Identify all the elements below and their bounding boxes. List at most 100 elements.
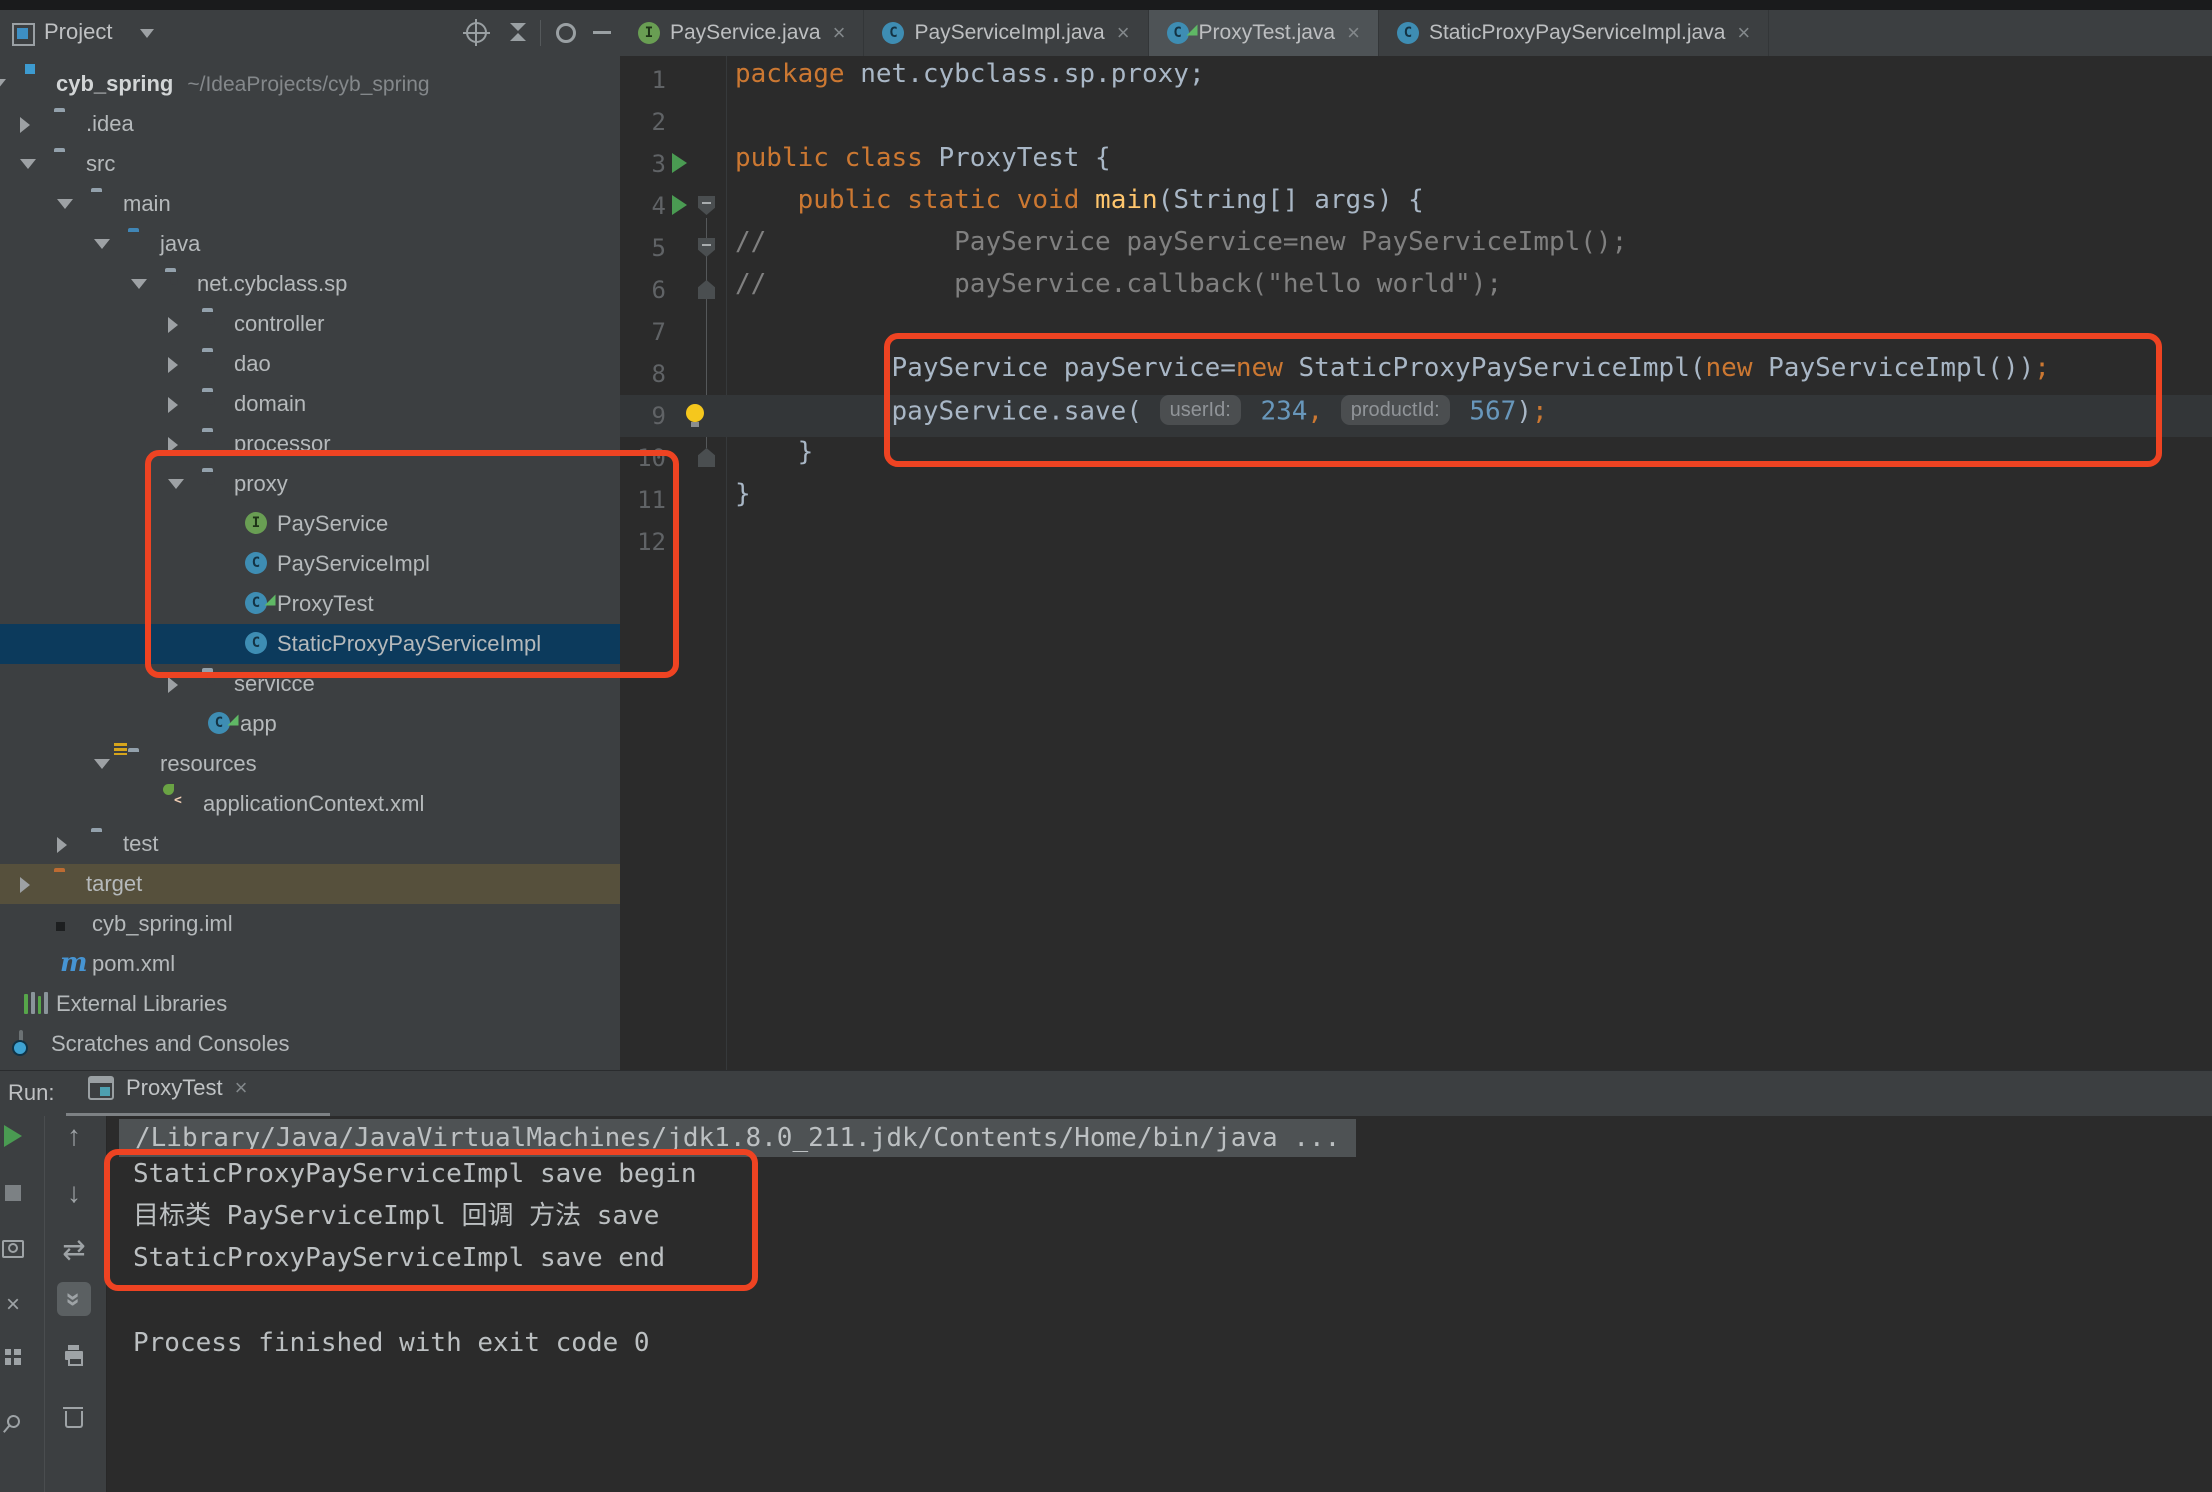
chevron-collapsed-icon[interactable] xyxy=(168,357,178,373)
chevron-collapsed-icon[interactable] xyxy=(168,397,178,413)
tree-item-payserviceimpl[interactable]: CPayServiceImpl xyxy=(0,544,620,584)
up-arrow-icon[interactable]: ↑ xyxy=(57,1119,91,1153)
project-panel-title[interactable]: Project xyxy=(44,19,112,45)
code-line-4[interactable]: public static void main(String[] args) { xyxy=(735,185,1424,227)
tree-item-cyb-spring-iml[interactable]: cyb_spring.iml xyxy=(0,904,620,944)
code-line-10[interactable]: } xyxy=(735,437,813,479)
code-line-3[interactable]: public class ProxyTest { xyxy=(735,143,1111,185)
editor-tab-payserviceimpl-java[interactable]: CPayServiceImpl.java× xyxy=(864,10,1148,56)
code-line-9[interactable]: payService.save( userId: 234, productId:… xyxy=(735,395,1548,437)
chevron-expanded-icon[interactable] xyxy=(57,199,73,209)
fold-marker-icon[interactable] xyxy=(698,238,715,257)
tree-item-payservice[interactable]: IPayService xyxy=(0,504,620,544)
run-label: Run: xyxy=(8,1080,54,1106)
tree-icon-slot: C xyxy=(245,552,269,576)
tree-item-external-libraries[interactable]: External Libraries xyxy=(0,984,620,1024)
tab-close-icon[interactable]: × xyxy=(1737,20,1750,46)
tree-item-domain[interactable]: domain xyxy=(0,384,620,424)
chevron-collapsed-icon[interactable] xyxy=(168,677,178,693)
chevron-collapsed-icon[interactable] xyxy=(168,437,178,453)
scroll-to-end-icon[interactable]: » xyxy=(57,1282,91,1316)
tree-item-proxy[interactable]: proxy xyxy=(0,464,620,504)
code-token: PayServiceImpl()) xyxy=(1752,353,2034,383)
tree-item-src[interactable]: src xyxy=(0,144,620,184)
console-output-line[interactable]: 目标类 PayServiceImpl 回调 方法 save xyxy=(133,1195,659,1237)
pin-icon[interactable] xyxy=(0,1404,30,1438)
tree-item-scratches-and-consoles[interactable]: Scratches and Consoles xyxy=(0,1024,620,1064)
code-line-1[interactable]: package net.cybclass.sp.proxy; xyxy=(735,59,1205,101)
tree-item-main[interactable]: main xyxy=(0,184,620,224)
console-output-line[interactable]: StaticProxyPayServiceImpl save end xyxy=(133,1237,665,1279)
chevron-expanded-icon[interactable] xyxy=(0,79,6,89)
layout-grid-icon[interactable] xyxy=(0,1340,30,1374)
tree-item-proxytest[interactable]: CProxyTest xyxy=(0,584,620,624)
editor-tab-staticproxypayserviceimpl-java[interactable]: CStaticProxyPayServiceImpl.java× xyxy=(1379,10,1769,56)
chevron-expanded-icon[interactable] xyxy=(131,279,147,289)
locate-target-icon[interactable] xyxy=(462,21,490,45)
chevron-collapsed-icon[interactable] xyxy=(20,117,30,133)
settings-gear-icon[interactable] xyxy=(552,21,580,45)
intention-bulb-icon[interactable] xyxy=(686,404,704,422)
stop-icon[interactable] xyxy=(0,1176,30,1210)
tree-item-resources[interactable]: resources xyxy=(0,744,620,784)
line-number: 1 xyxy=(620,59,666,101)
swap-arrows-icon[interactable]: ⇄ xyxy=(57,1232,91,1266)
chevron-collapsed-icon[interactable] xyxy=(20,877,30,893)
tree-item-pom-xml[interactable]: mpom.xml xyxy=(0,944,620,984)
code-token: // PayService payService=new PayServiceI… xyxy=(735,227,1627,257)
tab-close-icon[interactable]: × xyxy=(1347,20,1360,46)
code-line-5[interactable]: // PayService payService=new PayServiceI… xyxy=(735,227,1627,269)
tree-item-label: java xyxy=(160,231,200,257)
tree-item-dao[interactable]: dao xyxy=(0,344,620,384)
tab-close-icon[interactable]: × xyxy=(833,20,846,46)
fold-marker-icon[interactable] xyxy=(698,280,715,299)
run-console[interactable]: × ↑ ↓ ⇄ » /Library/Java/JavaVirtualMachines/j… xyxy=(0,1116,2212,1492)
code-line-8[interactable]: PayService payService=new StaticProxyPay… xyxy=(735,353,2050,395)
chevron-expanded-icon[interactable] xyxy=(94,759,110,769)
down-arrow-icon[interactable]: ↓ xyxy=(57,1176,91,1210)
tree-item-applicationcontext-xml[interactable]: applicationContext.xml xyxy=(0,784,620,824)
tree-item-staticproxypayserviceimpl[interactable]: CStaticProxyPayServiceImpl xyxy=(0,624,620,664)
hide-panel-icon[interactable] xyxy=(588,21,616,45)
tree-item-java[interactable]: java xyxy=(0,224,620,264)
console-command-line[interactable]: /Library/Java/JavaVirtualMachines/jdk1.8… xyxy=(119,1119,1356,1157)
tree-item--idea[interactable]: .idea xyxy=(0,104,620,144)
chevron-expanded-icon[interactable] xyxy=(94,239,110,249)
project-dropdown-caret[interactable] xyxy=(140,29,154,38)
chevron-expanded-icon[interactable] xyxy=(168,479,184,489)
tree-item-target[interactable]: target xyxy=(0,864,620,904)
code-token: 567 xyxy=(1454,397,1517,427)
trash-icon[interactable] xyxy=(57,1402,91,1436)
close-x-icon[interactable]: × xyxy=(0,1288,30,1322)
fold-marker-icon[interactable] xyxy=(698,196,715,215)
run-tab-proxytest[interactable]: ProxyTest × xyxy=(88,1075,247,1101)
tree-item-controller[interactable]: controller xyxy=(0,304,620,344)
tree-item-cyb-spring[interactable]: cyb_spring~/IdeaProjects/cyb_spring xyxy=(0,64,620,104)
tree-icon-slot: C xyxy=(245,632,269,656)
tree-item-processor[interactable]: processor xyxy=(0,424,620,464)
run-gutter-icon[interactable] xyxy=(672,153,687,173)
rerun-play-icon[interactable] xyxy=(0,1119,30,1153)
code-line-6[interactable]: // payService.callback("hello world"); xyxy=(735,269,1502,311)
chevron-collapsed-icon[interactable] xyxy=(57,837,67,853)
fold-marker-icon[interactable] xyxy=(698,448,715,467)
editor-tab-proxytest-java[interactable]: CProxyTest.java× xyxy=(1149,10,1379,56)
console-exit-line[interactable]: Process finished with exit code 0 xyxy=(133,1322,650,1364)
editor-tab-payservice-java[interactable]: IPayService.java× xyxy=(620,10,864,56)
tree-item-app[interactable]: Capp xyxy=(0,704,620,744)
run-gutter-icon[interactable] xyxy=(672,195,687,215)
chevron-collapsed-icon[interactable] xyxy=(168,317,178,333)
tree-item-test[interactable]: test xyxy=(0,824,620,864)
collapse-all-icon[interactable] xyxy=(504,21,532,45)
code-editor[interactable]: 1package net.cybclass.sp.proxy;23public … xyxy=(620,56,2212,1070)
tree-item-label: ProxyTest xyxy=(277,591,374,617)
code-line-11[interactable]: } xyxy=(735,479,751,521)
tab-close-icon[interactable]: × xyxy=(1117,20,1130,46)
chevron-expanded-icon[interactable] xyxy=(20,159,36,169)
tree-item-servicce[interactable]: servicce xyxy=(0,664,620,704)
tree-item-net-cybclass-sp[interactable]: net.cybclass.sp xyxy=(0,264,620,304)
run-tab-close-icon[interactable]: × xyxy=(235,1075,248,1101)
printer-icon[interactable] xyxy=(57,1338,91,1372)
console-output-line[interactable]: StaticProxyPayServiceImpl save begin xyxy=(133,1153,697,1195)
screenshot-camera-icon[interactable] xyxy=(0,1232,30,1266)
